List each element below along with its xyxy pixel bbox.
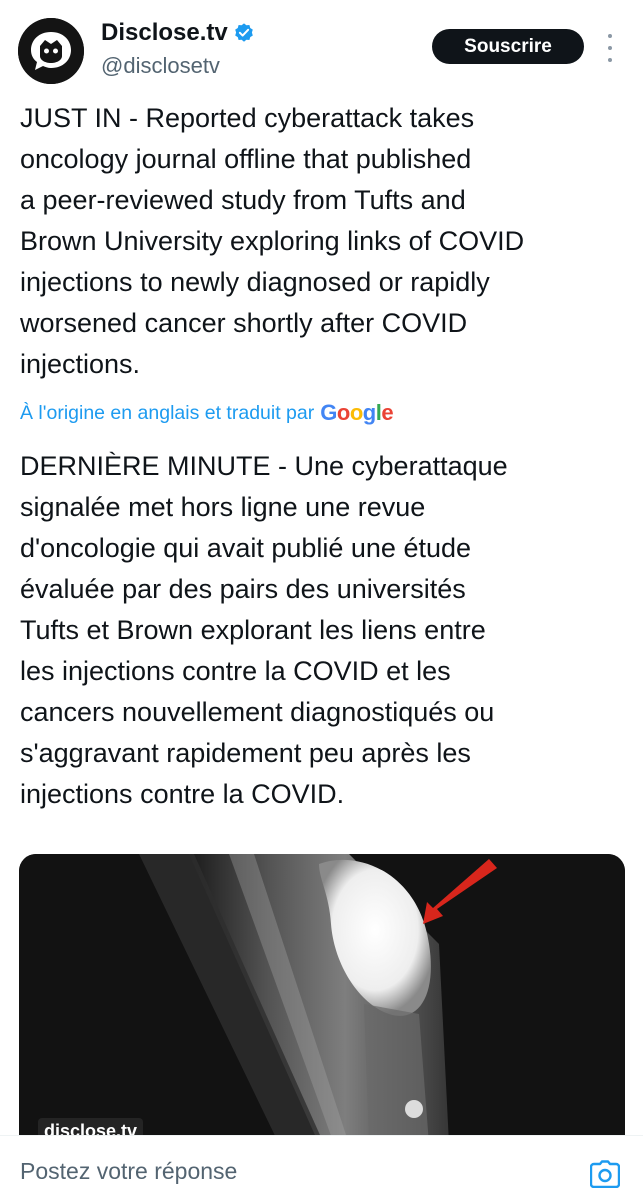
translation-label[interactable]: À l'origine en anglais et traduit par	[20, 402, 314, 425]
text-line: DERNIÈRE MINUTE - Une cyberattaque	[20, 451, 508, 481]
text-line: injections to newly diagnosed or rapidly	[20, 267, 490, 297]
tweet-translated-text: DERNIÈRE MINUTE - Une cyberattaque signa…	[20, 446, 630, 815]
text-line: les injections contre la COVID et les	[20, 656, 451, 686]
more-options-icon[interactable]	[604, 34, 616, 62]
reply-bar	[0, 1135, 643, 1200]
tweet-media-image[interactable]	[19, 854, 625, 1144]
disclose-logo-icon	[18, 18, 84, 84]
google-letter-o1: o	[336, 400, 350, 425]
text-line: injections.	[20, 349, 141, 379]
text-line: cancers nouvellement diagnostiqués ou	[20, 697, 495, 727]
text-line: oncology journal offline that published	[20, 144, 472, 174]
google-letter-g2: g	[362, 400, 376, 425]
subscribe-button[interactable]: Souscrire	[432, 29, 584, 64]
google-letter-o2: o	[349, 400, 363, 425]
text-line: injections contre la COVID.	[20, 779, 345, 809]
author-handle[interactable]: @disclosetv	[101, 53, 220, 79]
text-line: d'oncologie qui avait publié une étude	[20, 533, 472, 563]
text-line: évaluée par des pairs des universités	[20, 574, 466, 604]
camera-icon[interactable]	[589, 1160, 621, 1189]
text-line: Brown University exploring links of COVI…	[20, 226, 525, 256]
tweet-original-text: JUST IN - Reported cyberattack takes onc…	[20, 98, 630, 385]
text-line: a peer-reviewed study from Tufts and	[20, 185, 466, 215]
text-line: worsened cancer shortly after COVID	[20, 308, 468, 338]
google-letter-e: e	[381, 400, 394, 425]
google-letter-g: G	[320, 400, 337, 425]
avatar[interactable]	[18, 18, 84, 84]
tweet-header: Disclose.tv @disclosetv Souscrire	[0, 0, 643, 100]
text-line: signalée met hors ligne une revue	[20, 492, 426, 522]
text-line: JUST IN - Reported cyberattack takes	[20, 103, 475, 133]
text-line: s'aggravant rapidement peu après les	[20, 738, 471, 768]
reply-input[interactable]	[20, 1158, 560, 1185]
author-name[interactable]: Disclose.tv	[101, 19, 228, 47]
author-name-row[interactable]: Disclose.tv	[101, 19, 255, 47]
google-logo: Google	[320, 400, 393, 426]
mri-scan-image	[19, 854, 625, 1144]
translation-note[interactable]: À l'origine en anglais et traduit par Go…	[20, 398, 394, 428]
text-line: Tufts et Brown explorant les liens entre	[20, 615, 486, 645]
verified-badge-icon	[233, 22, 255, 44]
